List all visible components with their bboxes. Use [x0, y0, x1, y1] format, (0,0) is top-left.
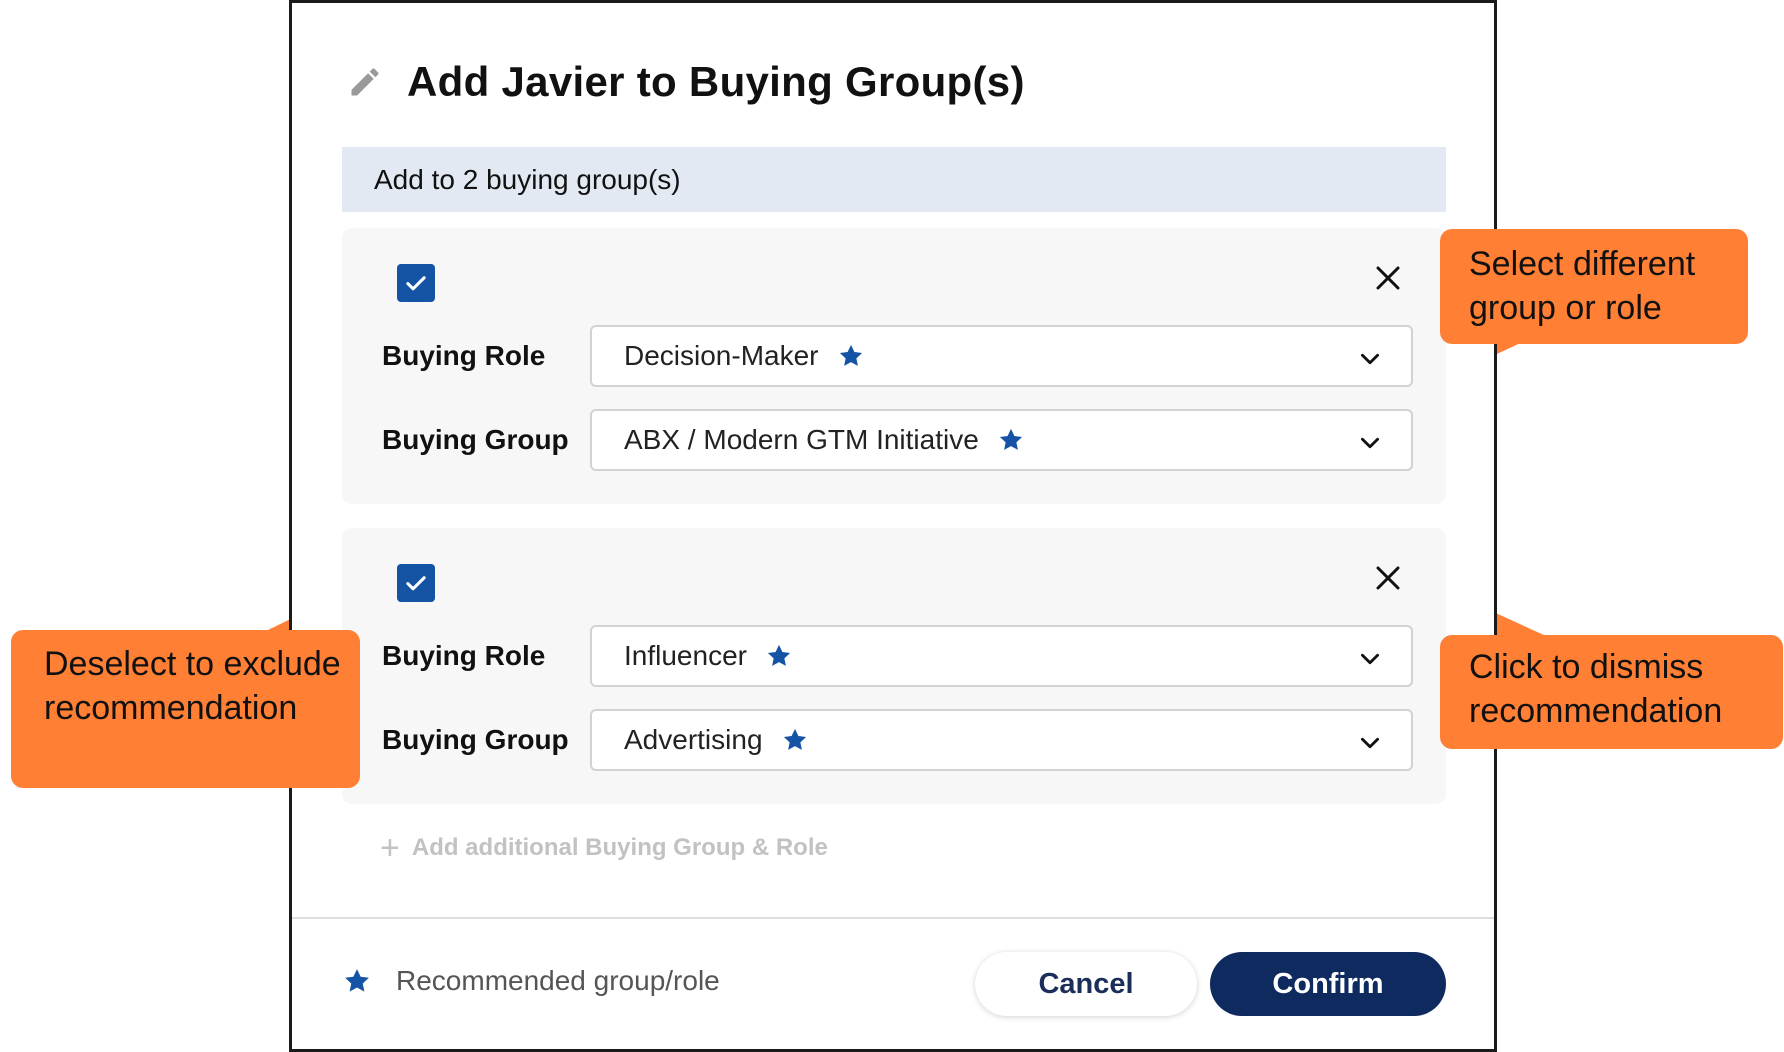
checkmark-icon	[406, 576, 426, 591]
dismiss-button[interactable]	[1370, 560, 1406, 596]
buying-role-select[interactable]: Decision-Maker	[590, 325, 1413, 387]
include-checkbox[interactable]	[397, 264, 435, 302]
dialog-header: Add Javier to Buying Group(s)	[347, 55, 1025, 109]
buying-group-select[interactable]: ABX / Modern GTM Initiative	[590, 409, 1413, 471]
selection-count-banner: Add to 2 buying group(s)	[342, 147, 1446, 212]
buying-role-value: Influencer	[624, 640, 747, 671]
add-to-buying-group-dialog: Add Javier to Buying Group(s) Add to 2 b…	[289, 0, 1497, 1052]
star-icon	[783, 728, 806, 750]
include-checkbox[interactable]	[397, 564, 435, 602]
pencil-icon	[351, 68, 379, 96]
star-icon	[839, 344, 862, 366]
confirm-button[interactable]: Confirm	[1210, 952, 1446, 1016]
footer-divider	[292, 917, 1494, 919]
checkmark-icon	[406, 276, 426, 291]
buying-role-label: Buying Role	[382, 640, 546, 671]
dialog-title: Add Javier to Buying Group(s)	[407, 58, 1025, 105]
buying-group-value: Advertising	[624, 724, 763, 755]
recommended-legend-label: Recommended group/role	[396, 965, 720, 996]
plus-icon: +	[380, 829, 400, 867]
buying-role-select[interactable]: Influencer	[590, 625, 1413, 687]
buying-role-value: Decision-Maker	[624, 340, 819, 371]
buying-group-select[interactable]: Advertising	[590, 709, 1413, 771]
recommendation-card: Buying Role Decision-Maker Buying Group …	[342, 228, 1446, 504]
dismiss-button[interactable]	[1370, 260, 1406, 296]
callout-deselect: Deselect to exclude recommendation	[11, 630, 360, 788]
callout-select-group: Select different group or role	[1440, 229, 1748, 344]
star-icon	[999, 428, 1022, 450]
buying-role-label: Buying Role	[382, 340, 546, 371]
close-icon	[1376, 566, 1400, 590]
cancel-button[interactable]: Cancel	[975, 952, 1197, 1016]
buying-group-label: Buying Group	[382, 424, 569, 455]
close-icon	[1376, 266, 1400, 290]
callout-dismiss: Click to dismiss recommendation	[1440, 635, 1783, 749]
chevron-down-icon	[1361, 353, 1379, 365]
recommended-legend: Recommended group/role	[342, 965, 720, 997]
add-additional-group-label: Add additional Buying Group & Role	[411, 834, 828, 861]
buying-group-value: ABX / Modern GTM Initiative	[624, 424, 979, 455]
chevron-down-icon	[1361, 737, 1379, 749]
chevron-down-icon	[1361, 437, 1379, 449]
star-icon	[345, 969, 369, 992]
add-additional-group-link[interactable]: + Add additional Buying Group & Role	[380, 831, 828, 865]
chevron-down-icon	[1361, 653, 1379, 665]
recommendation-card: Buying Role Influencer Buying Group Adve…	[342, 528, 1446, 804]
star-icon	[767, 644, 791, 666]
buying-group-label: Buying Group	[382, 724, 569, 755]
